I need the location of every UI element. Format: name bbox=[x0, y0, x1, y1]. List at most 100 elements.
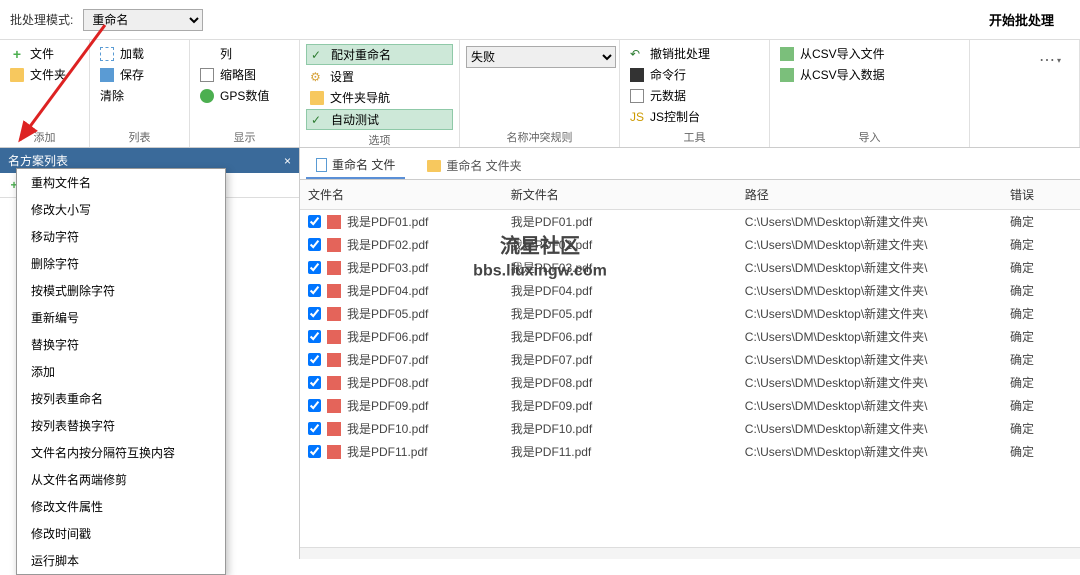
menu-item[interactable]: 替换字符 bbox=[17, 331, 225, 358]
group-label-tools: 工具 bbox=[626, 127, 763, 145]
row-checkbox[interactable] bbox=[308, 376, 321, 389]
group-label-import: 导入 bbox=[776, 127, 963, 145]
menu-item[interactable]: 运行脚本 bbox=[17, 547, 225, 574]
row-checkbox[interactable] bbox=[308, 261, 321, 274]
row-checkbox[interactable] bbox=[308, 238, 321, 251]
ribbon-overflow-button[interactable]: ⋯▾ bbox=[1027, 44, 1073, 76]
ribbon-group-list: 加载 保存 清除 列表 bbox=[90, 40, 190, 147]
add-folder-button[interactable]: 文件夹 bbox=[6, 65, 83, 84]
file-grid[interactable]: 文件名 新文件名 路径 错误 我是PDF01.pdf我是PDF01.pdfC:\… bbox=[300, 180, 1080, 547]
ribbon-group-options: ✓配对重命名 ⚙设置 文件夹导航 ✓自动测试 选项 bbox=[300, 40, 460, 147]
menu-item[interactable]: 添加 bbox=[17, 358, 225, 385]
disp-gps-button[interactable]: GPS数值 bbox=[196, 86, 293, 105]
cell-error: 确定 bbox=[1002, 325, 1080, 348]
col-newname[interactable]: 新文件名 bbox=[503, 180, 737, 210]
table-row[interactable]: 我是PDF08.pdf我是PDF08.pdfC:\Users\DM\Deskto… bbox=[300, 371, 1080, 394]
save-icon bbox=[100, 68, 114, 82]
row-checkbox[interactable] bbox=[308, 399, 321, 412]
import-csv-data-button[interactable]: 从CSV导入数据 bbox=[776, 65, 963, 84]
pdf-icon bbox=[327, 261, 341, 275]
opt-pair-rename-toggle[interactable]: ✓配对重命名 bbox=[306, 44, 453, 65]
chevron-down-icon: ▾ bbox=[1057, 56, 1061, 65]
start-batch-button[interactable]: 开始批处理 bbox=[973, 6, 1070, 33]
table-row[interactable]: 我是PDF09.pdf我是PDF09.pdfC:\Users\DM\Deskto… bbox=[300, 394, 1080, 417]
cell-newname: 我是PDF03.pdf bbox=[503, 256, 737, 279]
tool-cmd-button[interactable]: 命令行 bbox=[626, 65, 763, 84]
opt-settings-button[interactable]: ⚙设置 bbox=[306, 67, 453, 86]
disp-thumb-button[interactable]: 缩略图 bbox=[196, 65, 293, 84]
table-row[interactable]: 我是PDF04.pdf我是PDF04.pdfC:\Users\DM\Deskto… bbox=[300, 279, 1080, 302]
row-checkbox[interactable] bbox=[308, 422, 321, 435]
scheme-panel-title: 名方案列表 bbox=[8, 152, 68, 169]
cell-error: 确定 bbox=[1002, 279, 1080, 302]
menu-item[interactable]: 修改大小写 bbox=[17, 196, 225, 223]
panel-close-button[interactable]: × bbox=[284, 154, 291, 168]
gear-icon: ⚙ bbox=[310, 70, 324, 84]
ribbon: +文件 文件夹 添加 加载 保存 清除 列表 列 缩略图 GPS数值 显示 ✓配… bbox=[0, 40, 1080, 148]
disp-columns-button[interactable]: 列 bbox=[196, 44, 293, 63]
tab-rename-folders[interactable]: 重命名 文件夹 bbox=[417, 152, 531, 179]
folder-icon bbox=[310, 91, 324, 105]
opt-auto-test-toggle[interactable]: ✓自动测试 bbox=[306, 109, 453, 130]
table-row[interactable]: 我是PDF06.pdf我是PDF06.pdfC:\Users\DM\Deskto… bbox=[300, 325, 1080, 348]
col-path[interactable]: 路径 bbox=[737, 180, 1002, 210]
pdf-icon bbox=[327, 399, 341, 413]
table-row[interactable]: 我是PDF05.pdf我是PDF05.pdfC:\Users\DM\Deskto… bbox=[300, 302, 1080, 325]
table-row[interactable]: 我是PDF07.pdf我是PDF07.pdfC:\Users\DM\Deskto… bbox=[300, 348, 1080, 371]
menu-item[interactable]: 按列表替换字符 bbox=[17, 412, 225, 439]
menu-item[interactable]: 重构文件名 bbox=[17, 169, 225, 196]
row-checkbox[interactable] bbox=[308, 215, 321, 228]
pdf-icon bbox=[327, 330, 341, 344]
opt-folder-nav-button[interactable]: 文件夹导航 bbox=[306, 88, 453, 107]
cell-filename: 我是PDF02.pdf bbox=[347, 236, 428, 253]
table-row[interactable]: 我是PDF10.pdf我是PDF10.pdfC:\Users\DM\Deskto… bbox=[300, 417, 1080, 440]
add-file-button[interactable]: +文件 bbox=[6, 44, 83, 63]
list-clear-button[interactable]: 清除 bbox=[96, 86, 183, 105]
conflict-rule-select[interactable]: 失败 bbox=[466, 46, 616, 68]
cell-error: 确定 bbox=[1002, 302, 1080, 325]
row-checkbox[interactable] bbox=[308, 307, 321, 320]
menu-item[interactable]: 重新编号 bbox=[17, 304, 225, 331]
row-checkbox[interactable] bbox=[308, 284, 321, 297]
cell-error: 确定 bbox=[1002, 440, 1080, 463]
table-row[interactable]: 我是PDF02.pdf我是PDF02.pdfC:\Users\DM\Deskto… bbox=[300, 233, 1080, 256]
menu-item[interactable]: 删除字符 bbox=[17, 250, 225, 277]
menu-item[interactable]: 文件名内按分隔符互换内容 bbox=[17, 439, 225, 466]
menu-item[interactable]: 修改文件属性 bbox=[17, 493, 225, 520]
menu-item[interactable]: 按列表重命名 bbox=[17, 385, 225, 412]
col-filename[interactable]: 文件名 bbox=[300, 180, 503, 210]
cell-path: C:\Users\DM\Desktop\新建文件夹\ bbox=[737, 417, 1002, 440]
cell-path: C:\Users\DM\Desktop\新建文件夹\ bbox=[737, 325, 1002, 348]
menu-item[interactable]: 修改时间戳 bbox=[17, 520, 225, 547]
pdf-icon bbox=[327, 284, 341, 298]
row-checkbox[interactable] bbox=[308, 445, 321, 458]
pdf-icon bbox=[327, 238, 341, 252]
list-load-button[interactable]: 加载 bbox=[96, 44, 183, 63]
row-checkbox[interactable] bbox=[308, 353, 321, 366]
list-save-button[interactable]: 保存 bbox=[96, 65, 183, 84]
tool-undo-button[interactable]: ↶撤销批处理 bbox=[626, 44, 763, 63]
cell-path: C:\Users\DM\Desktop\新建文件夹\ bbox=[737, 233, 1002, 256]
import-csv-files-button[interactable]: 从CSV导入文件 bbox=[776, 44, 963, 63]
top-bar: 批处理模式: 重命名 开始批处理 bbox=[0, 0, 1080, 40]
menu-item[interactable]: 从文件名两端修剪 bbox=[17, 466, 225, 493]
tool-jsconsole-button[interactable]: JSJS控制台 bbox=[626, 107, 763, 126]
batch-mode-label: 批处理模式: bbox=[10, 11, 73, 28]
batch-mode-select[interactable]: 重命名 bbox=[83, 9, 203, 31]
pdf-icon bbox=[327, 353, 341, 367]
pdf-icon bbox=[327, 422, 341, 436]
col-error[interactable]: 错误 bbox=[1002, 180, 1080, 210]
row-checkbox[interactable] bbox=[308, 330, 321, 343]
cell-filename: 我是PDF08.pdf bbox=[347, 374, 428, 391]
tool-metadata-button[interactable]: 元数据 bbox=[626, 86, 763, 105]
columns-icon bbox=[200, 47, 214, 61]
table-row[interactable]: 我是PDF11.pdf我是PDF11.pdfC:\Users\DM\Deskto… bbox=[300, 440, 1080, 463]
cell-newname: 我是PDF11.pdf bbox=[503, 440, 737, 463]
menu-item[interactable]: 移动字符 bbox=[17, 223, 225, 250]
menu-item[interactable]: 按模式删除字符 bbox=[17, 277, 225, 304]
tab-rename-files[interactable]: 重命名 文件 bbox=[306, 152, 405, 179]
table-row[interactable]: 我是PDF01.pdf我是PDF01.pdfC:\Users\DM\Deskto… bbox=[300, 210, 1080, 234]
table-row[interactable]: 我是PDF03.pdf我是PDF03.pdfC:\Users\DM\Deskto… bbox=[300, 256, 1080, 279]
cell-error: 确定 bbox=[1002, 233, 1080, 256]
plus-icon: + bbox=[10, 47, 24, 61]
